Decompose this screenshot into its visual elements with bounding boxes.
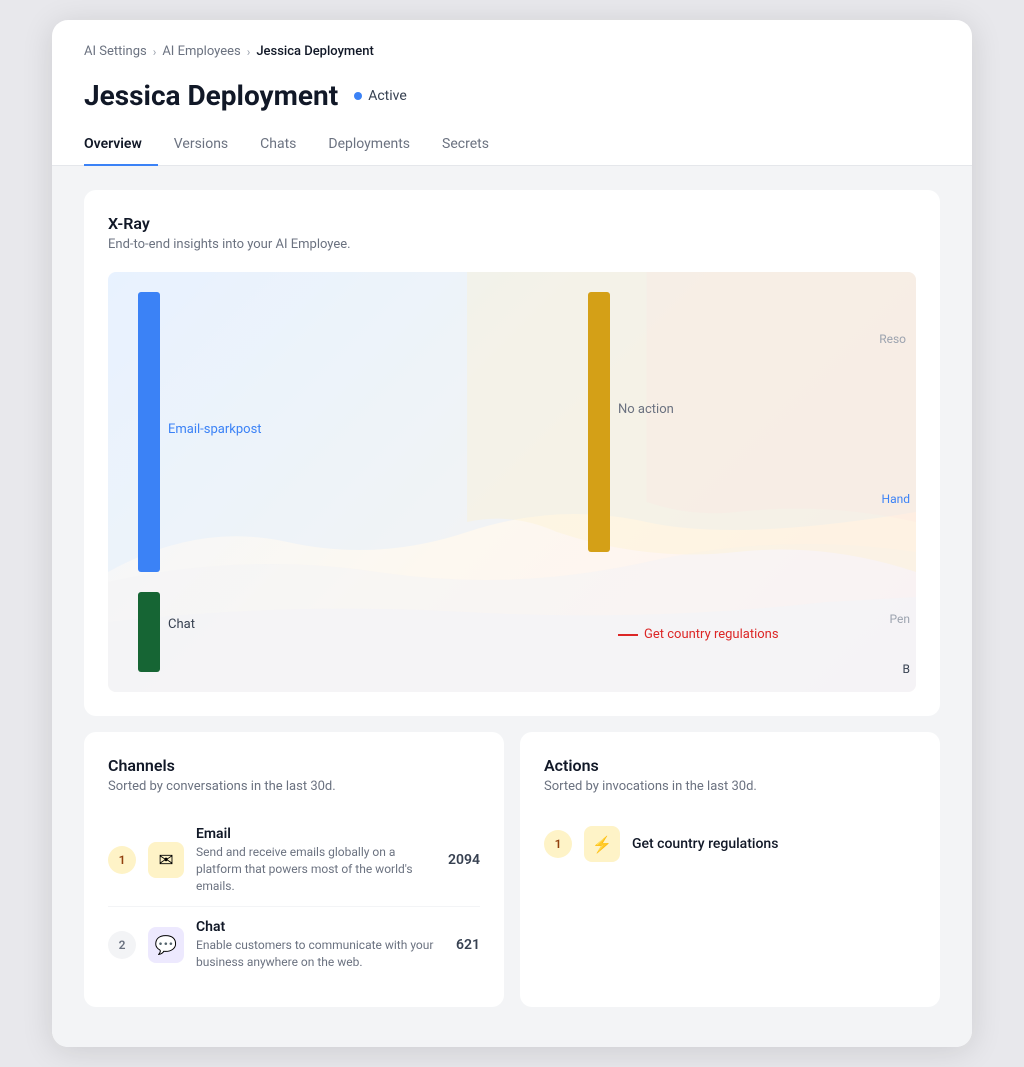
tabs-container: Overview Versions Chats Deployments Secr… (52, 112, 972, 166)
xray-subtitle: End-to-end insights into your AI Employe… (108, 237, 916, 252)
tab-versions[interactable]: Versions (158, 128, 244, 166)
label-chat: Chat (168, 617, 195, 632)
channels-title: Channels (108, 756, 480, 775)
breadcrumb-ai-employees[interactable]: AI Employees (162, 44, 240, 59)
actions-card: Actions Sorted by invocations in the las… (520, 732, 940, 1007)
label-noaction: No action (618, 402, 674, 417)
bar-chat (138, 592, 160, 672)
channel-chat-icon: 💬 (148, 927, 184, 963)
action-getcountry-icon: ⚡ (584, 826, 620, 862)
bottom-grid: Channels Sorted by conversations in the … (84, 732, 940, 1023)
channels-subtitle: Sorted by conversations in the last 30d. (108, 779, 480, 794)
breadcrumb-sep-1: › (153, 45, 157, 59)
main-window: AI Settings › AI Employees › Jessica Dep… (52, 20, 972, 1047)
label-reso: Reso (879, 332, 906, 346)
label-hand: Hand (882, 492, 910, 506)
status-badge: Active (354, 88, 407, 104)
channels-card: Channels Sorted by conversations in the … (84, 732, 504, 1007)
tab-chats[interactable]: Chats (244, 128, 312, 166)
channel-chat-count: 621 (456, 937, 480, 953)
xray-card: X-Ray End-to-end insights into your AI E… (84, 190, 940, 716)
breadcrumb-sep-2: › (247, 45, 251, 59)
tab-secrets[interactable]: Secrets (426, 128, 505, 166)
channels-list: 1 ✉ Email Send and receive emails global… (108, 814, 480, 983)
tab-deployments[interactable]: Deployments (312, 128, 426, 166)
channel-email-item: 1 ✉ Email Send and receive emails global… (108, 814, 480, 907)
tab-overview[interactable]: Overview (84, 128, 158, 166)
channel-chat-info: Chat Enable customers to communicate wit… (196, 919, 444, 971)
actions-subtitle: Sorted by invocations in the last 30d. (544, 779, 916, 794)
status-label: Active (368, 88, 407, 104)
action-rank-1: 1 (544, 830, 572, 858)
channel-chat-desc: Enable customers to communicate with you… (196, 937, 444, 971)
channel-rank-1: 1 (108, 846, 136, 874)
channel-rank-2: 2 (108, 931, 136, 959)
bar-email (138, 292, 160, 572)
channel-email-count: 2094 (448, 852, 480, 868)
page-title: Jessica Deployment (84, 79, 338, 112)
breadcrumb-ai-settings[interactable]: AI Settings (84, 44, 147, 59)
actions-list: 1 ⚡ Get country regulations (544, 814, 916, 874)
actions-title: Actions (544, 756, 916, 775)
breadcrumb-current: Jessica Deployment (256, 44, 373, 59)
channel-email-info: Email Send and receive emails globally o… (196, 826, 436, 894)
page-header: Jessica Deployment Active (52, 71, 972, 112)
label-b: B (903, 662, 910, 676)
bar-noaction (588, 292, 610, 552)
channel-email-icon: ✉ (148, 842, 184, 878)
channel-email-desc: Send and receive emails globally on a pl… (196, 844, 436, 894)
xray-chart: Email-sparkpost No action Chat Get count… (108, 272, 916, 692)
breadcrumb: AI Settings › AI Employees › Jessica Dep… (52, 20, 972, 71)
channel-chat-name: Chat (196, 919, 444, 935)
label-email: Email-sparkpost (168, 422, 262, 437)
content-area: X-Ray End-to-end insights into your AI E… (52, 166, 972, 1047)
status-dot (354, 92, 362, 100)
xray-title: X-Ray (108, 214, 916, 233)
channel-chat-item: 2 💬 Chat Enable customers to communicate… (108, 907, 480, 983)
action-getcountry-item: 1 ⚡ Get country regulations (544, 814, 916, 874)
label-getcountry: Get country regulations (618, 627, 779, 642)
action-getcountry-name: Get country regulations (632, 836, 778, 852)
channel-email-name: Email (196, 826, 436, 842)
label-pen: Pen (890, 612, 910, 626)
